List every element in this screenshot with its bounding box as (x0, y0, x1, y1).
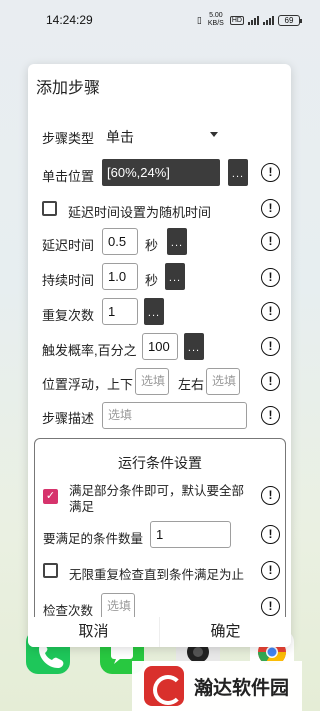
description-label: 步骤描述 (42, 411, 95, 426)
vibrate-icon: ▯ (196, 14, 202, 25)
watermark-text: 瀚达软件园 (194, 676, 290, 699)
info-icon[interactable]: ! (261, 372, 280, 391)
click-position-more-button[interactable]: ... (228, 159, 248, 186)
step-type-select[interactable]: 单击 (98, 122, 228, 148)
info-icon[interactable]: ! (261, 199, 280, 218)
offset-horizontal-label: 左右 (178, 377, 205, 392)
hd-badge: HD (229, 15, 244, 25)
add-step-dialog: 添加步骤 步骤类型 单击 单击位置 [60%,24%] ... ! 延迟时间设置… (28, 64, 291, 647)
duration-input[interactable]: 1.0 (102, 263, 138, 290)
description-input[interactable]: 选填 (102, 402, 247, 429)
delay-unit: 秒 (145, 238, 159, 253)
status-bar: 14:24:29 ▯ 5.00 KB/S HD 69 (0, 0, 320, 40)
partial-conditions-label: 满足部分条件即可，默认要全部满足 (69, 484, 245, 514)
info-icon[interactable]: ! (261, 597, 280, 616)
dialog-footer: 取消 确定 (28, 617, 291, 647)
info-icon[interactable]: ! (261, 561, 280, 580)
trigger-more-button[interactable]: ... (184, 333, 204, 360)
required-count-label: 要满足的条件数量 (43, 532, 144, 546)
required-count-input[interactable]: 1 (150, 521, 231, 548)
repeat-input[interactable]: 1 (102, 298, 138, 325)
click-position-field[interactable]: [60%,24%] (102, 159, 220, 186)
info-icon[interactable]: ! (261, 163, 280, 182)
info-icon[interactable]: ! (261, 232, 280, 251)
condition-settings-box: 运行条件设置 ✓ 满足部分条件即可，默认要全部满足 ! 要满足的条件数量 1 !… (34, 438, 286, 638)
trigger-label: 触发概率,百分之 (42, 343, 137, 358)
check-count-input[interactable]: 选填 (101, 593, 135, 620)
trigger-input[interactable]: 100 (142, 333, 178, 360)
status-icons: ▯ 5.00 KB/S HD 69 (196, 12, 302, 28)
step-type-value: 单击 (106, 129, 134, 145)
duration-more-button[interactable]: ... (165, 263, 185, 290)
duration-label: 持续时间 (42, 273, 95, 288)
info-icon[interactable]: ! (261, 525, 280, 544)
info-icon[interactable]: ! (261, 486, 280, 505)
info-icon[interactable]: ! (261, 337, 280, 356)
signal-icon-1 (248, 15, 259, 25)
logo-icon (144, 666, 184, 706)
battery-icon: 69 (278, 14, 302, 26)
click-position-label: 单击位置 (42, 169, 95, 184)
network-speed: 5.00 KB/S (207, 12, 224, 27)
confirm-button[interactable]: 确定 (159, 617, 291, 647)
condition-settings-title: 运行条件设置 (118, 455, 202, 471)
duration-unit: 秒 (145, 273, 159, 288)
offset-vertical-input[interactable]: 选填 (135, 368, 169, 395)
offset-label: 位置浮动，上下 (42, 377, 134, 392)
delay-input[interactable]: 0.5 (102, 228, 138, 255)
info-icon[interactable]: ! (261, 268, 280, 287)
signal-icon-2 (263, 15, 274, 25)
random-delay-checkbox[interactable] (42, 201, 57, 216)
status-time: 14:24:29 (46, 13, 93, 27)
loop-check-label: 无限重复检查直到条件满足为止 (69, 568, 245, 582)
step-type-label: 步骤类型 (42, 131, 95, 146)
repeat-label: 重复次数 (42, 308, 95, 323)
partial-conditions-checkbox[interactable]: ✓ (43, 489, 58, 504)
cancel-button[interactable]: 取消 (28, 617, 159, 647)
repeat-more-button[interactable]: ... (144, 298, 164, 325)
delay-label: 延迟时间 (42, 238, 95, 253)
offset-horizontal-input[interactable]: 选填 (206, 368, 240, 395)
info-icon[interactable]: ! (261, 302, 280, 321)
info-icon[interactable]: ! (261, 406, 280, 425)
random-delay-label: 延迟时间设置为随机时间 (68, 205, 212, 220)
delay-more-button[interactable]: ... (167, 228, 187, 255)
dialog-title: 添加步骤 (36, 80, 101, 97)
dropdown-arrow-icon (210, 132, 218, 137)
watermark: 瀚达软件园 (132, 661, 302, 711)
loop-check-checkbox[interactable] (43, 563, 58, 578)
